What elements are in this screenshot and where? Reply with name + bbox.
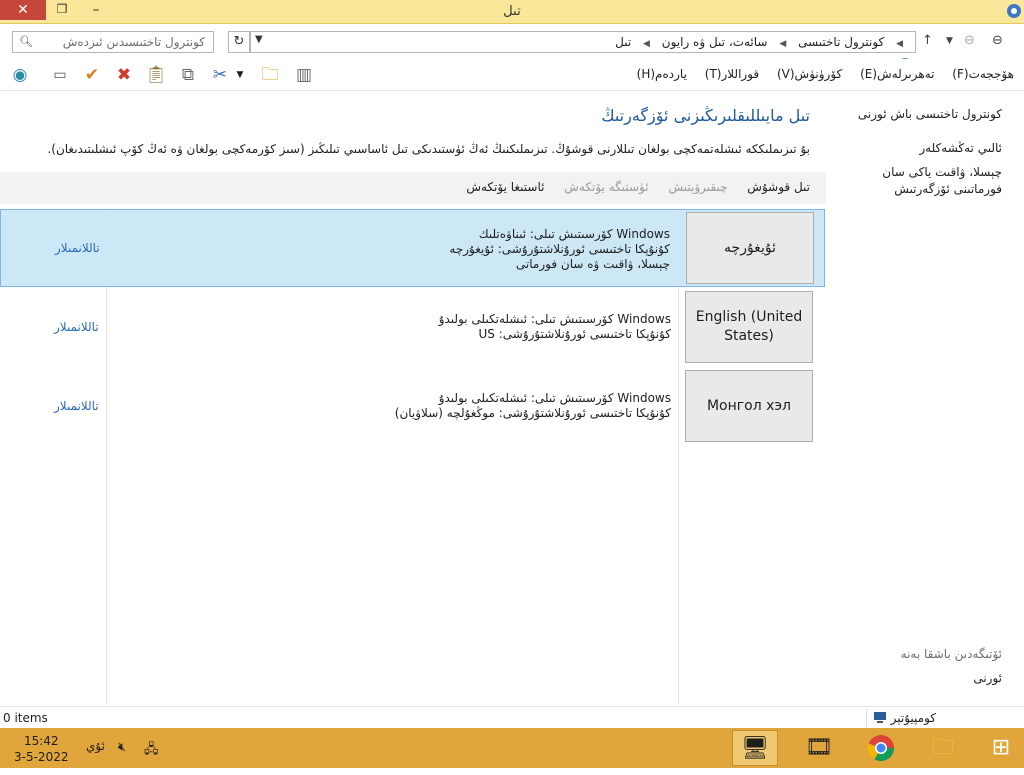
nav-advanced-settings[interactable]: ئالىي تەڭشەكلەر xyxy=(919,140,1002,157)
menu-file[interactable]: ھۆججەت(F) xyxy=(952,67,1014,81)
search-placeholder: كونترول تاختىسىدىن ئىزدەش xyxy=(62,35,205,49)
remove-button[interactable]: چىقىرۋېتىش xyxy=(668,180,727,194)
options-link[interactable]: تاللانمىلار xyxy=(54,399,99,413)
clock[interactable]: 15:42 3-5-2022 xyxy=(14,733,68,765)
input-language-indicator[interactable]: ئۇي xyxy=(86,739,105,753)
language-info: Windows كۆرسىتىش تىلى: ئىناۋەتلىك كۇنۇپك… xyxy=(449,227,670,272)
keyboard-layout: كۇنۇپكا تاختىسى ئورۇنلاشتۇرۇشى: ئۇيغۇرچە xyxy=(449,242,670,256)
folder-icon: 🗀︎ xyxy=(931,735,954,760)
navigation-pane: كونترول تاختىسى باش ئورنى ئالىي تەڭشەكلە… xyxy=(826,92,1024,704)
chevron-down-icon[interactable]: ▼ xyxy=(255,34,263,45)
window-title: تىل xyxy=(503,4,521,19)
language-name: ئۇيغۇرچە xyxy=(686,212,814,284)
display-language-status: Windows كۆرسىتىش تىلى: ئىناۋەتلىك xyxy=(478,227,670,241)
breadcrumb-separator-icon[interactable]: ◀ xyxy=(643,39,650,49)
nav-change-date-time-formats[interactable]: چېسلا، ۋاقىت ياكى سان فورماتىنى ئۆزگەرتى… xyxy=(832,164,1002,198)
menu-tools[interactable]: قوراللار(T) xyxy=(705,67,759,81)
options-link[interactable]: تاللانمىلار xyxy=(54,320,99,334)
menu-bar: ھۆججەت(F) تەھرىرلەش(E) كۆرۈنۈش(V) قورالل… xyxy=(623,67,1014,81)
windows-logo-icon: ⊞ xyxy=(991,735,1011,760)
search-icon: 🔍︎ xyxy=(19,35,33,48)
delete-icon[interactable]: ✖ xyxy=(112,63,136,87)
move-down-button[interactable]: ئاستىغا يۆتكەش xyxy=(466,180,544,194)
taskbar-chrome[interactable] xyxy=(858,730,904,766)
title-bar: ✕ ❐ – تىل xyxy=(0,0,1024,24)
breadcrumb-separator-icon[interactable]: ◀ xyxy=(779,39,786,49)
chevron-down-icon[interactable]: ▼ xyxy=(232,63,248,87)
taskbar: 15:42 3-5-2022 ئۇي 🔇︎ 🖧︎ 🖥︎ 🎞︎ 🗀︎ ⊞ xyxy=(0,728,1024,768)
nav-see-also-heading: ئۆتىگەدىن باشقا بەنە xyxy=(900,647,1002,661)
forward-button[interactable]: ⊖ xyxy=(964,33,975,48)
address-bar[interactable]: ▼ ◀ كونترول تاختىسى ◀ سائەت، تىل ۋە رايو… xyxy=(250,31,916,53)
copy-icon[interactable]: ⧉ xyxy=(176,63,200,87)
start-button[interactable]: ⊞ xyxy=(978,730,1024,766)
menu-help[interactable]: ياردەم(H) xyxy=(637,67,687,81)
toolbar: ◉ ▭ ✔ ✖ 📋︎ ⧉ ✂ ▼ 🗀︎ ▥ ھۆججەت(F) تەھرىرلە… xyxy=(0,59,1024,91)
language-info: Windows كۆرسىتىش تىلى: ئىشلەتكىلى بولىدۇ… xyxy=(395,391,671,421)
nav-location[interactable]: ئورنى xyxy=(973,670,1002,687)
network-icon[interactable]: 🖧︎ xyxy=(144,740,159,762)
options-link[interactable]: تاللانمىلار xyxy=(55,241,100,255)
list-item[interactable]: English (United States) Windows كۆرسىتىش… xyxy=(0,288,825,366)
add-language-button[interactable]: تىل قوشۇش xyxy=(747,180,810,194)
zone-label: كومپيۇتېر xyxy=(890,711,936,725)
menu-edit[interactable]: تەھرىرلەش(E) xyxy=(860,67,934,81)
search-input[interactable]: 🔍︎ كونترول تاختىسىدىن ئىزدەش xyxy=(12,31,214,53)
breadcrumb-control-panel[interactable]: كونترول تاختىسى xyxy=(798,35,884,49)
menu-view[interactable]: كۆرۈنۈش(V) xyxy=(777,67,842,81)
taskbar-file-explorer[interactable]: 🗀︎ xyxy=(920,730,966,766)
film-icon: 🎞︎ xyxy=(805,735,833,760)
language-info: Windows كۆرسىتىش تىلى: ئىشلەتكىلى بولىدۇ… xyxy=(439,312,671,342)
folder-icon[interactable]: 🗀︎ xyxy=(258,63,282,87)
breadcrumb-clock-language-region[interactable]: سائەت، تىل ۋە رايون xyxy=(662,35,768,49)
breadcrumb-language[interactable]: تىل xyxy=(615,35,631,49)
paste-icon[interactable]: 📋︎ xyxy=(144,63,168,87)
taskbar-media[interactable]: 🎞︎ xyxy=(796,730,842,766)
cut-icon[interactable]: ✂ xyxy=(208,63,232,87)
clock-date: 3-5-2022 xyxy=(14,750,69,764)
breadcrumb: ◀ كونترول تاختىسى ◀ سائەت، تىل ۋە رايون … xyxy=(611,35,907,49)
taskbar-control-panel[interactable]: 🖥︎ xyxy=(732,730,778,766)
list-item[interactable]: Монгол хэл Windows كۆرسىتىش تىلى: ئىشلەت… xyxy=(0,367,825,445)
page-description: بۇ تىزىملىككە ئىشلەتمەكچى بولغان تىللارن… xyxy=(47,142,810,156)
keyboard-layout: كۇنۇپكا تاختىسى ئورۇنلاشتۇرۇشى: US xyxy=(478,327,671,341)
list-item-selected[interactable]: ئۇيغۇرچە Windows كۆرسىتىش تىلى: ئىناۋەتل… xyxy=(0,209,825,287)
recent-locations-button[interactable]: ▼ xyxy=(946,36,953,46)
control-panel-icon xyxy=(1007,4,1021,18)
zone-indicator: كومپيۇتېر xyxy=(866,709,1024,727)
volume-muted-icon[interactable]: 🔇︎ xyxy=(118,740,126,755)
page-title: تىل مايىللىقلىرىڭىزنى ئۆزگەرتىڭ xyxy=(601,106,810,125)
breadcrumb-separator-icon[interactable]: ◀ xyxy=(896,39,903,49)
shell-icon[interactable]: ◉ xyxy=(8,63,32,87)
address-row: 🔍︎ كونترول تاختىسىدىن ئىزدەش ↻ ▼ ◀ كونتر… xyxy=(0,25,1024,72)
nav-control-panel-home[interactable]: كونترول تاختىسى باش ئورنى xyxy=(858,106,1002,123)
control-panel-icon: 🖥︎ xyxy=(741,736,769,761)
keyboard-layout: كۇنۇپكا تاختىسى ئورۇنلاشتۇرۇشى: موڭغۇلچە… xyxy=(394,406,671,420)
main-content: تىل مايىللىقلىرىڭىزنى ئۆزگەرتىڭ بۇ تىزىم… xyxy=(0,92,826,704)
date-time-format: چېسلا، ۋاقىت ۋە سان فورماتى xyxy=(515,257,670,271)
computer-icon xyxy=(874,712,886,723)
display-language-status: Windows كۆرسىتىش تىلى: ئىشلەتكىلى بولىدۇ xyxy=(438,312,671,326)
chrome-icon xyxy=(867,735,895,762)
layout-pane-icon[interactable]: ▥ xyxy=(292,63,316,87)
back-button[interactable]: ⊖ xyxy=(992,33,1003,48)
move-up-button[interactable]: ئۈستىگە يۆتكەش xyxy=(564,180,648,194)
checkmark-icon[interactable]: ✔ xyxy=(80,63,104,87)
status-bar: 0 items كومپيۇتېر xyxy=(0,706,1024,728)
mail-icon[interactable]: ▭ xyxy=(48,63,72,87)
item-count: 0 items xyxy=(3,711,48,725)
command-bar: تىل قوشۇش چىقىرۋېتىش ئۈستىگە يۆتكەش ئاست… xyxy=(0,172,826,204)
clock-time: 15:42 xyxy=(23,734,59,748)
language-name: English (United States) xyxy=(685,291,813,363)
refresh-button[interactable]: ↻ xyxy=(228,31,250,53)
language-name: Монгол хэл xyxy=(685,370,813,442)
refresh-icon: ↻ xyxy=(233,34,245,49)
up-button[interactable]: ↑ xyxy=(922,33,933,48)
language-list: ئۇيغۇرچە Windows كۆرسىتىش تىلى: ئىناۋەتل… xyxy=(0,208,826,704)
display-language-status: Windows كۆرسىتىش تىلى: ئىشلەتكىلى بولىدۇ xyxy=(438,391,671,405)
